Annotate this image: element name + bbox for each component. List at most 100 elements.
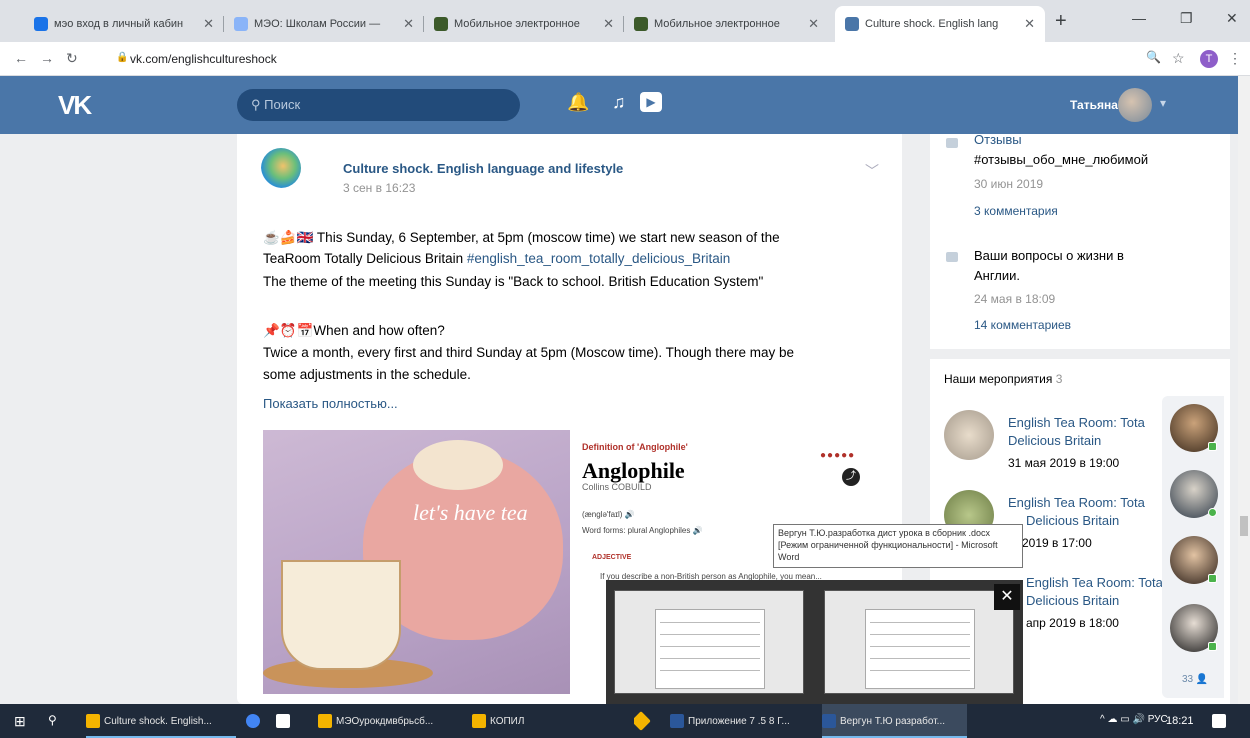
url-field[interactable]: vk.com/englishcultureshock: [130, 52, 277, 66]
vk-logo[interactable]: VK: [58, 90, 92, 121]
browser-tab[interactable]: Мобильное электронное ✕: [624, 6, 829, 42]
event-avatar[interactable]: [944, 410, 994, 460]
discussion-date: 24 мая в 18:09: [974, 292, 1056, 306]
discussion-subtitle: Англии.: [974, 268, 1021, 283]
tab-title: Мобильное электронное: [454, 18, 580, 30]
event-name[interactable]: Delicious Britain: [1008, 433, 1101, 448]
search-input[interactable]: ⚲ Поиск: [237, 89, 520, 121]
language-indicator[interactable]: РУС: [1148, 714, 1168, 725]
discussion-comments[interactable]: 14 комментариев: [974, 318, 1071, 332]
taskbar-item[interactable]: [276, 704, 300, 738]
bookmark-star-icon[interactable]: ☆: [1172, 50, 1185, 67]
show-more-link[interactable]: Показать полностью...: [263, 396, 398, 411]
notification-icon[interactable]: [1212, 714, 1226, 728]
discussion-subtitle: #отзывы_обо_мне_любимой: [974, 152, 1149, 167]
taskbar-item[interactable]: Приложение 7 .5 8 Г...: [670, 704, 810, 738]
friends-count: 33: [1182, 674, 1194, 685]
taskbar-item[interactable]: КОПИЛ: [472, 704, 612, 738]
tab-favicon-icon: [234, 17, 248, 31]
play-icon[interactable]: ▶: [640, 92, 662, 112]
tab-favicon-icon: [34, 17, 48, 31]
minimize-icon[interactable]: —: [1132, 10, 1146, 26]
window-preview[interactable]: [614, 590, 804, 694]
clock[interactable]: 18:21: [1166, 715, 1194, 727]
close-window-icon[interactable]: ✕: [1226, 10, 1238, 27]
browser-tab[interactable]: мэо вход в личный кабин ✕: [24, 6, 224, 42]
forward-icon[interactable]: →: [40, 50, 54, 66]
close-tab-icon[interactable]: ✕: [808, 16, 819, 32]
taskbar-item[interactable]: [246, 704, 270, 738]
image-caption: let's have tea: [413, 500, 528, 525]
close-tab-icon[interactable]: ✕: [203, 16, 214, 32]
new-tab-button[interactable]: +: [1055, 10, 1067, 33]
event-name[interactable]: English Tea Room: Tota: [1008, 495, 1145, 510]
event-date: апр 2019 в 18:00: [1026, 616, 1119, 630]
post-text-line: ☕🍰🇬🇧 This Sunday, 6 September, at 5pm (m…: [263, 230, 780, 245]
search-icon: ⚲: [251, 97, 265, 112]
events-heading[interactable]: Наши мероприятия 3: [944, 372, 1062, 386]
zoom-icon[interactable]: 🔍: [1146, 50, 1161, 64]
user-name[interactable]: Татьяна: [1070, 98, 1118, 112]
taskbar-item[interactable]: МЭОурокдмвбрьсб...: [318, 704, 458, 738]
page-scrollbar[interactable]: [1238, 76, 1250, 704]
online-indicator: [1208, 642, 1217, 651]
window-preview[interactable]: [824, 590, 1014, 694]
chevron-down-icon[interactable]: ﹀: [865, 161, 879, 181]
word-icon: [822, 714, 836, 728]
taskbar-item[interactable]: Culture shock. English...: [86, 704, 236, 738]
close-tab-icon[interactable]: ✕: [403, 16, 414, 32]
doc-line: [870, 646, 970, 647]
post-date[interactable]: 3 сен в 16:23: [343, 181, 415, 195]
browser-tab[interactable]: Мобильное электронное ✕: [424, 6, 624, 42]
notifications-bell-icon[interactable]: 🔔: [567, 92, 589, 113]
app-icon: [86, 714, 100, 728]
discussion-title[interactable]: Ваши вопросы о жизни в: [974, 248, 1124, 263]
close-tab-icon[interactable]: ✕: [603, 16, 614, 32]
event-name[interactable]: Delicious Britain: [1026, 593, 1119, 608]
hashtag-link[interactable]: #english_tea_room_totally_delicious_Brit…: [467, 251, 730, 266]
online-indicator: [1208, 442, 1217, 451]
discussion-title[interactable]: Отзывы: [974, 132, 1022, 147]
reload-icon[interactable]: ↻: [66, 50, 78, 67]
chevron-down-icon[interactable]: ▾: [1160, 96, 1166, 110]
user-avatar[interactable]: [1118, 88, 1152, 122]
event-date: 31 мая 2019 в 19:00: [1008, 456, 1120, 470]
profile-avatar[interactable]: T: [1200, 50, 1218, 68]
close-tab-icon[interactable]: ✕: [1024, 16, 1035, 32]
teapot-image[interactable]: let's have tea: [263, 430, 570, 694]
back-icon[interactable]: ←: [14, 50, 28, 66]
browser-tab[interactable]: МЭО: Школам России — ✕: [224, 6, 424, 42]
document-preview: [655, 609, 765, 689]
taskbar-label: Вергун Т.Ю разработ...: [840, 715, 945, 727]
windows-start-icon[interactable]: ⊞: [14, 713, 30, 729]
friends-online-count[interactable]: 33 👤: [1182, 674, 1208, 685]
definition-forms: Word forms: plural Anglophiles 🔊: [582, 526, 703, 535]
group-name-link[interactable]: Culture shock. English language and life…: [343, 161, 623, 176]
browser-tab-active[interactable]: Culture shock. English lang ✕: [835, 6, 1045, 42]
event-name[interactable]: English Tea Room: Tota: [1008, 415, 1145, 430]
definition-label: Definition of 'Anglophile': [582, 442, 688, 452]
vk-header: VK ⚲ Поиск 🔔 ♫ ▶ Татьяна ▾: [0, 76, 1238, 134]
taskbar-item-active[interactable]: Вергун Т.Ю разработ...: [822, 704, 967, 738]
scrollbar-thumb[interactable]: [1240, 516, 1248, 536]
taskbar-item[interactable]: [634, 704, 658, 738]
address-bar: ← → ↻ 🔒 vk.com/englishcultureshock 🔍 ☆ ⋮: [0, 42, 1250, 76]
discussion-date: 30 июн 2019: [974, 177, 1044, 191]
music-icon[interactable]: ♫: [612, 92, 626, 113]
group-avatar[interactable]: [261, 148, 301, 188]
system-tray[interactable]: ^ ☁ ▭ 🔊 РУС: [1100, 714, 1168, 725]
windows-taskbar: ⊞ ⚲ Culture shock. English... МЭОурокдмв…: [0, 704, 1250, 738]
online-indicator: [1208, 574, 1217, 583]
discussion-comments[interactable]: 3 комментария: [974, 204, 1058, 218]
search-icon[interactable]: ⚲: [48, 713, 57, 727]
menu-kebab-icon[interactable]: ⋮: [1228, 50, 1242, 67]
discussion-icon: [946, 252, 958, 262]
event-name[interactable]: English Tea Room: Tota: [1026, 575, 1163, 590]
close-preview-icon[interactable]: ✕: [994, 584, 1020, 610]
restore-icon[interactable]: ❐: [1180, 10, 1193, 27]
word-icon: [670, 714, 684, 728]
discussion-icon: [946, 138, 958, 148]
post-text: TeaRoom Totally Delicious Britain: [263, 251, 467, 266]
event-name[interactable]: Delicious Britain: [1026, 513, 1119, 528]
definition-pos: ADJECTIVE: [592, 554, 632, 561]
